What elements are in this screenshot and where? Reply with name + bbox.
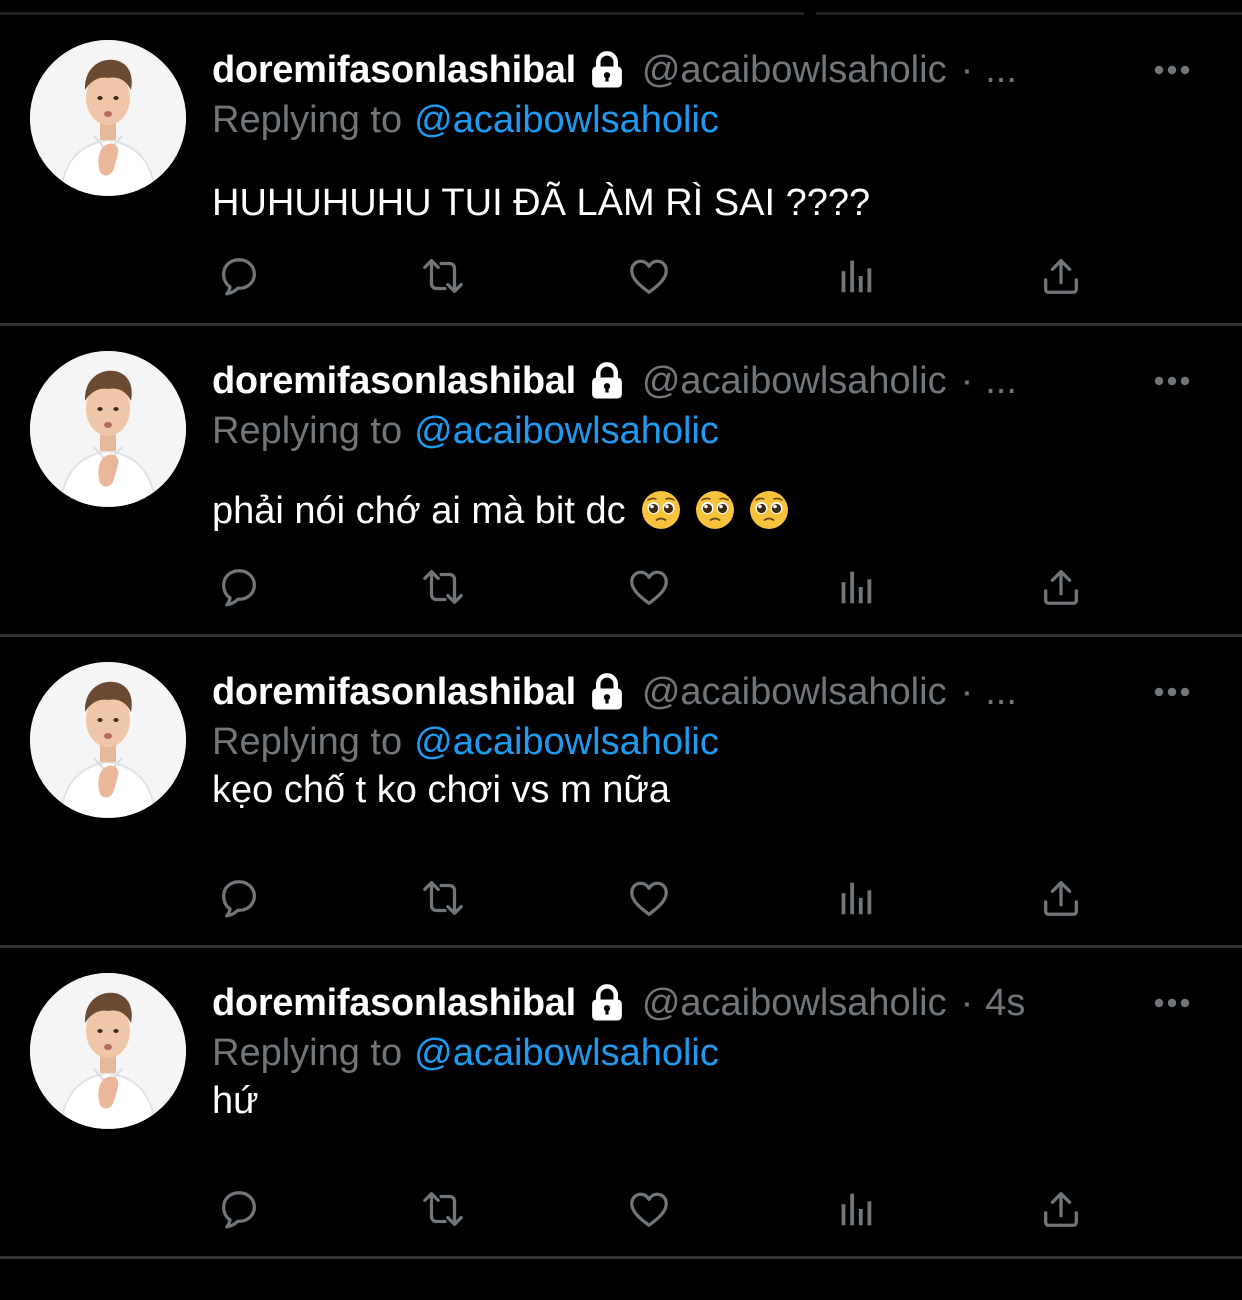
share-upload-icon[interactable] — [1036, 562, 1086, 612]
analytics-bars-icon[interactable] — [830, 251, 880, 301]
retweet-icon[interactable] — [418, 1184, 468, 1234]
reply-icon[interactable] — [214, 251, 264, 301]
timestamp[interactable]: ... — [985, 669, 1017, 715]
reply-to-handle-link[interactable]: @acaibowlsaholic — [414, 1032, 719, 1074]
user-handle[interactable]: @acaibowlsaholic — [642, 47, 947, 93]
timestamp[interactable]: 4s — [985, 980, 1025, 1026]
reply-icon[interactable] — [214, 873, 264, 923]
pleading-face-emoji — [640, 489, 682, 531]
replying-to-label: Replying to — [212, 410, 403, 452]
avatar[interactable] — [30, 40, 186, 196]
display-name[interactable]: doremifasonlashibal — [212, 980, 576, 1026]
reply-to-handle-link[interactable]: @acaibowlsaholic — [414, 410, 719, 452]
reply-to-handle-link[interactable]: @acaibowlsaholic — [414, 721, 719, 763]
avatar[interactable] — [30, 351, 186, 507]
avatar[interactable] — [30, 662, 186, 818]
tweet-text-content: phải nói chớ ai mà bit dc — [212, 490, 626, 532]
heart-icon[interactable] — [624, 562, 674, 612]
analytics-bars-icon[interactable] — [830, 873, 880, 923]
lock-icon — [586, 982, 628, 1024]
tweet[interactable]: doremifasonlashibal @acaibowlsaholic · .… — [0, 637, 1242, 948]
analytics-bars-icon[interactable] — [830, 1184, 880, 1234]
replying-to-label: Replying to — [212, 99, 403, 141]
reply-to-handle-link[interactable]: @acaibowlsaholic — [414, 99, 719, 141]
tweet-actions — [212, 251, 1092, 301]
replying-to-line: Replying to @acaibowlsaholic — [212, 719, 719, 765]
tweet-header: doremifasonlashibal @acaibowlsaholic · .… — [212, 358, 1017, 404]
analytics-bars-icon[interactable] — [830, 562, 880, 612]
user-handle[interactable]: @acaibowlsaholic — [642, 669, 947, 715]
separator-dot: · — [960, 982, 974, 1024]
user-handle[interactable]: @acaibowlsaholic — [642, 980, 947, 1026]
avatar[interactable] — [30, 973, 186, 1129]
heart-icon[interactable] — [624, 251, 674, 301]
timestamp[interactable]: ... — [985, 358, 1017, 404]
lock-icon — [586, 671, 628, 713]
replying-to-line: Replying to @acaibowlsaholic — [212, 97, 719, 143]
more-horizontal-icon[interactable] — [1152, 996, 1192, 1010]
share-upload-icon[interactable] — [1036, 251, 1086, 301]
tweet-text: phải nói chớ ai mà bit dc — [212, 488, 790, 534]
share-upload-icon[interactable] — [1036, 873, 1086, 923]
replying-to-label: Replying to — [212, 1032, 403, 1074]
tweet-header: doremifasonlashibal @acaibowlsaholic · .… — [212, 669, 1017, 715]
timestamp[interactable]: ... — [985, 47, 1017, 93]
tweet-actions — [212, 1184, 1092, 1234]
pleading-face-emoji — [694, 489, 736, 531]
lock-icon — [586, 49, 628, 91]
display-name[interactable]: doremifasonlashibal — [212, 358, 576, 404]
tweet[interactable]: doremifasonlashibal @acaibowlsaholic · .… — [0, 15, 1242, 326]
more-horizontal-icon[interactable] — [1152, 374, 1192, 388]
more-horizontal-icon[interactable] — [1152, 63, 1192, 77]
tweet-text-content: hứ — [212, 1080, 259, 1122]
replying-to-label: Replying to — [212, 721, 403, 763]
reply-icon[interactable] — [214, 1184, 264, 1234]
retweet-icon[interactable] — [418, 251, 468, 301]
tweet-text-content: kẹo chố t ko chơi vs m nữa — [212, 769, 670, 811]
tweet-text: HUHUHUHU TUI ĐÃ LÀM RÌ SAI ???? — [212, 180, 870, 226]
separator-dot: · — [960, 671, 974, 713]
tweet-text: kẹo chố t ko chơi vs m nữa — [212, 767, 670, 813]
heart-icon[interactable] — [624, 873, 674, 923]
display-name[interactable]: doremifasonlashibal — [212, 669, 576, 715]
tweet[interactable]: doremifasonlashibal @acaibowlsaholic · .… — [0, 326, 1242, 637]
lock-icon — [586, 360, 628, 402]
retweet-icon[interactable] — [418, 873, 468, 923]
tweet-actions — [212, 562, 1092, 612]
separator-dot: · — [960, 49, 974, 91]
tweet[interactable]: doremifasonlashibal @acaibowlsaholic · 4… — [0, 948, 1242, 1259]
reply-thread: doremifasonlashibal @acaibowlsaholic · .… — [0, 15, 1242, 1259]
tweet-header: doremifasonlashibal @acaibowlsaholic · .… — [212, 47, 1017, 93]
replying-to-line: Replying to @acaibowlsaholic — [212, 1030, 719, 1076]
tweet-text: hứ — [212, 1078, 259, 1124]
more-horizontal-icon[interactable] — [1152, 685, 1192, 699]
reply-icon[interactable] — [214, 562, 264, 612]
pleading-face-emoji — [748, 489, 790, 531]
tweet-header: doremifasonlashibal @acaibowlsaholic · 4… — [212, 980, 1025, 1026]
tweet-text-content: HUHUHUHU TUI ĐÃ LÀM RÌ SAI ???? — [212, 182, 871, 224]
display-name[interactable]: doremifasonlashibal — [212, 47, 576, 93]
replying-to-line: Replying to @acaibowlsaholic — [212, 408, 719, 454]
emoji-group — [640, 489, 790, 531]
user-handle[interactable]: @acaibowlsaholic — [642, 358, 947, 404]
heart-icon[interactable] — [624, 1184, 674, 1234]
separator-dot: · — [960, 360, 974, 402]
share-upload-icon[interactable] — [1036, 1184, 1086, 1234]
tweet-actions — [212, 873, 1092, 923]
retweet-icon[interactable] — [418, 562, 468, 612]
